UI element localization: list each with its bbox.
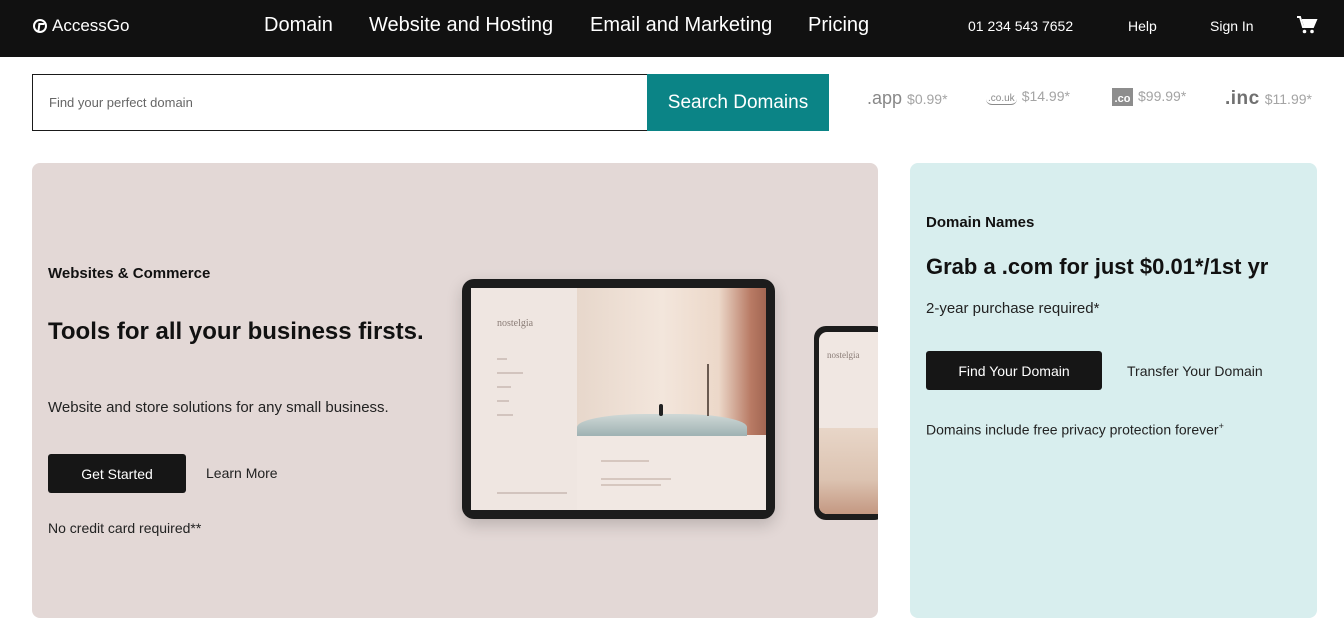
mockup-menu-line <box>497 414 513 416</box>
domain-offer-headline: Grab a .com for just $0.01*/1st yr <box>926 254 1269 279</box>
tld-app-price: $0.99* <box>907 91 948 107</box>
phone-number-link[interactable]: 01 234 543 7652 <box>968 18 1073 34</box>
get-started-button[interactable]: Get Started <box>48 454 186 493</box>
no-credit-card-note: No credit card required** <box>48 520 202 536</box>
mockup-menu-line <box>497 358 507 360</box>
nav-website-and-hosting[interactable]: Website and Hosting <box>369 14 553 37</box>
tablet-figure <box>659 404 663 416</box>
nav-email-and-marketing[interactable]: Email and Marketing <box>590 14 772 37</box>
tablet-mockup-image: nostelgia <box>462 279 775 519</box>
logo-text: AccessGo <box>52 16 130 35</box>
tld-co-uk-price: $14.99* <box>1021 88 1070 104</box>
domain-search-input[interactable] <box>32 74 647 131</box>
phone-mockup-image: nostelgia <box>814 326 878 520</box>
mockup-text-line <box>601 484 661 486</box>
logo-icon <box>33 19 47 33</box>
phone-hero-photo <box>819 428 878 514</box>
tld-co-logo: .co <box>1112 88 1133 106</box>
cart-icon[interactable] <box>1296 15 1318 35</box>
tld-inc-logo: .inc <box>1225 88 1260 109</box>
privacy-footnote-mark: + <box>1218 421 1224 431</box>
tld-inc-price: $11.99* <box>1264 91 1312 107</box>
help-link[interactable]: Help <box>1128 18 1157 34</box>
top-nav-bar: AccessGo Domain Website and Hosting Emai… <box>0 0 1344 57</box>
tld-co-uk-logo: .co.uk <box>986 93 1017 105</box>
phone-mockup-logo: nostelgia <box>827 350 860 360</box>
nav-pricing[interactable]: Pricing <box>808 14 869 37</box>
nav-domain[interactable]: Domain <box>264 14 333 37</box>
transfer-your-domain-link[interactable]: Transfer Your Domain <box>1127 363 1263 379</box>
find-your-domain-button[interactable]: Find Your Domain <box>926 351 1102 390</box>
mockup-menu-line <box>497 400 509 402</box>
tld-co-price: $99.99* <box>1138 88 1187 104</box>
tablet-pool <box>577 414 747 436</box>
search-domains-button[interactable]: Search Domains <box>647 74 829 131</box>
tld-app-name: .app <box>867 88 903 108</box>
mockup-text-line <box>601 460 649 462</box>
mockup-menu-line <box>497 386 511 388</box>
tld-co[interactable]: .co $99.99* <box>1112 88 1186 106</box>
tld-co-uk[interactable]: .co.uk $14.99* <box>986 88 1070 105</box>
tablet-screen: nostelgia <box>471 288 766 510</box>
sign-in-link[interactable]: Sign In <box>1210 18 1254 34</box>
privacy-protection-text: Domains include free privacy protection … <box>926 421 1219 438</box>
domain-names-panel: Domain Names Grab a .com for just $0.01*… <box>910 163 1317 618</box>
learn-more-link[interactable]: Learn More <box>206 465 278 481</box>
privacy-protection-note: Domains include free privacy protection … <box>926 421 1224 438</box>
tld-inc[interactable]: .inc $11.99* <box>1225 88 1312 110</box>
tablet-hero-photo <box>577 288 766 435</box>
logo[interactable]: AccessGo <box>33 16 129 36</box>
tablet-mockup-logo: nostelgia <box>497 318 534 329</box>
mockup-text-line <box>601 478 671 480</box>
websites-eyebrow: Websites & Commerce <box>48 265 211 282</box>
purchase-requirement-text: 2-year purchase required* <box>926 300 1100 317</box>
mockup-footer-line <box>497 492 567 494</box>
phone-screen: nostelgia <box>819 332 878 514</box>
tablet-sidebar: nostelgia <box>471 288 577 510</box>
websites-subtext: Website and store solutions for any smal… <box>48 399 389 416</box>
websites-headline: Tools for all your business firsts. <box>48 318 424 345</box>
mockup-menu-line <box>497 372 523 374</box>
websites-commerce-panel: Websites & Commerce Tools for all your b… <box>32 163 878 618</box>
tld-app[interactable]: .app $0.99* <box>867 88 948 109</box>
tablet-tree <box>707 364 709 416</box>
domain-names-eyebrow: Domain Names <box>926 214 1035 231</box>
